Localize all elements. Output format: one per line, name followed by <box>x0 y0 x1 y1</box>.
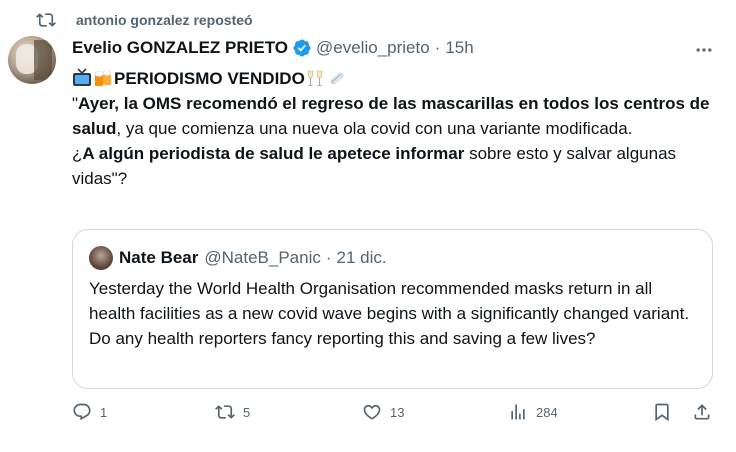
heart-icon <box>363 404 381 420</box>
more-options-icon[interactable] <box>694 40 714 60</box>
bookmark-icon <box>655 403 669 422</box>
quoted-post-header: Nate Bear @NateB_Panic · 21 dic. <box>89 246 387 270</box>
views-count: 284 <box>536 404 558 420</box>
post-paragraph-1: "Ayer, la OMS recomendó el regreso de la… <box>72 94 710 138</box>
reply-icon <box>73 403 91 421</box>
quoted-post-date[interactable]: 21 dic. <box>337 248 387 268</box>
like-count: 13 <box>390 404 405 420</box>
share-icon <box>694 404 710 420</box>
like-button[interactable]: 13 <box>362 402 404 422</box>
separator-dot: · <box>434 38 441 57</box>
repost-button[interactable]: 5 <box>215 402 250 422</box>
newspaper-roll-emoji <box>330 72 344 85</box>
post-headline: PERIODISMO VENDIDO <box>72 66 722 91</box>
repost-indicator[interactable]: antonio gonzalez reposteó <box>36 10 253 30</box>
post-header: Evelio GONZALEZ PRIETO @evelio_prieto · … <box>72 38 474 58</box>
quoted-author-handle[interactable]: @NateB_Panic <box>204 248 321 268</box>
quoted-author-name[interactable]: Nate Bear <box>119 248 198 268</box>
share-button[interactable] <box>692 402 712 422</box>
author-handle[interactable]: @evelio_prieto <box>316 38 430 58</box>
repost-icon <box>215 405 235 419</box>
bookmark-button[interactable] <box>652 402 672 422</box>
post-time[interactable]: 15h <box>445 38 473 58</box>
repost-label[interactable]: antonio gonzalez reposteó <box>76 12 253 28</box>
avatar[interactable] <box>8 36 56 84</box>
verified-badge-icon[interactable] <box>292 38 312 58</box>
repost-icon <box>36 13 56 27</box>
headline-text: PERIODISMO VENDIDO <box>114 69 305 88</box>
quoted-post-card[interactable]: Nate Bear @NateB_Panic · 21 dic. Yesterd… <box>72 229 713 389</box>
views-chart-icon <box>511 404 525 420</box>
post-text: PERIODISMO VENDIDO "Ayer, la OMS recomen… <box>72 66 722 191</box>
reply-count: 1 <box>100 404 108 420</box>
tv-emoji <box>73 68 91 86</box>
reply-button[interactable]: 1 <box>72 402 107 422</box>
champagne-emoji <box>307 70 323 86</box>
repost-count: 5 <box>243 404 251 420</box>
post-paragraph-2: ¿A algún periodista de salud le apetece … <box>72 144 677 188</box>
quoted-post-text: Yesterday the World Health Organisation … <box>89 279 690 348</box>
separator-dot: · <box>325 248 332 267</box>
action-bar: 1 5 13 284 <box>72 402 722 432</box>
author-name[interactable]: Evelio GONZALEZ PRIETO <box>72 38 288 58</box>
views-button[interactable]: 284 <box>508 402 558 422</box>
quoted-avatar[interactable] <box>89 246 113 270</box>
beer-mugs-emoji <box>94 70 112 86</box>
